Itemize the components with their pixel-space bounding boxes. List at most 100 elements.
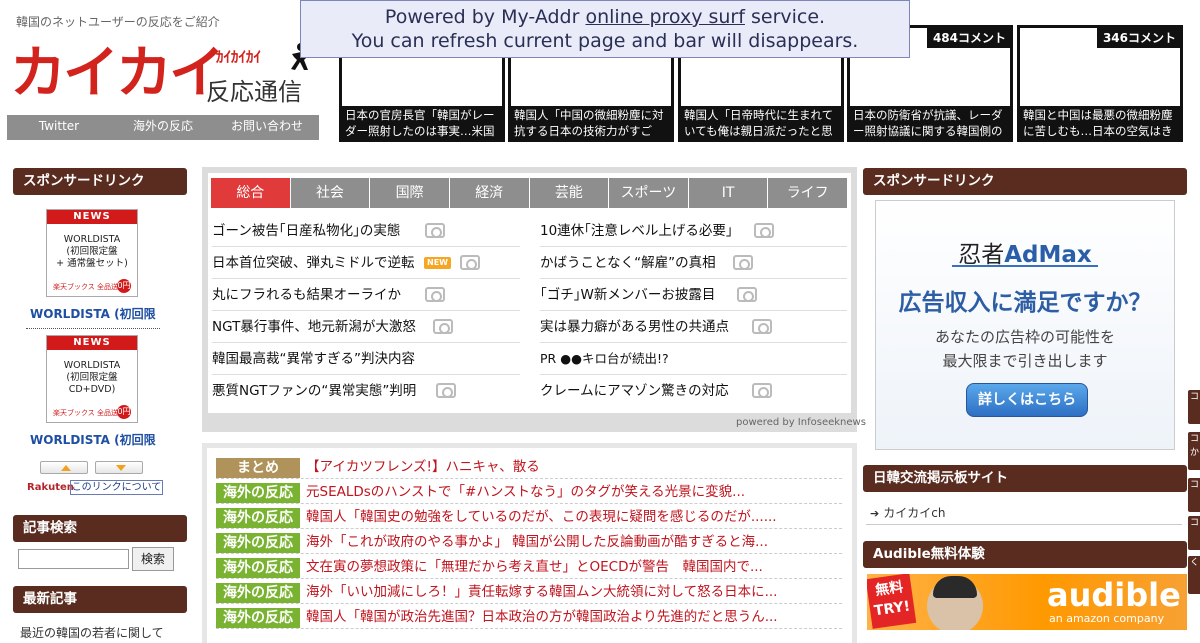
audible-ad-banner[interactable]: 無料TRY! audible an amazon company <box>867 574 1187 630</box>
news-item[interactable]: 実は暴力癖がある男性の共通点 <box>540 312 847 343</box>
about-link-button[interactable]: このリンクについて <box>70 480 163 495</box>
matome-title: 韓国人「韓国史の勉強をしているのだが、この表現に疑問を感じるのだが...... <box>306 509 777 525</box>
product-banner[interactable]: NEWS WORLDISTA (初回限定盤 + 通常盤セット) 楽天ブックス 全… <box>46 209 138 297</box>
news-item-title: 丸にフラれるも結果オーライか <box>212 287 401 303</box>
search-button[interactable]: 検索 <box>132 547 174 571</box>
logo-kana-text: ｶｲｶｲｶｲ <box>216 48 262 66</box>
matome-row[interactable]: 海外の反応 韓国人「韓国が政治先進国？日本政治の方が韓国政治より先進的だと思うん.… <box>216 606 842 629</box>
news-item-title: PR ●●キロ台が続出!? <box>540 351 669 366</box>
proxy-banner: Powered by My-Addr online proxy surf ser… <box>300 0 910 58</box>
edge-tab[interactable]: コ <box>1188 516 1200 550</box>
news-item[interactable]: 10連休｢注意レベル上げる必要｣ <box>540 216 847 247</box>
audible-tagline: an amazon company <box>1049 612 1165 625</box>
category-tag: 海外の反応 <box>216 608 300 628</box>
product-shop: 楽天ブックス 全品送料 <box>53 283 126 291</box>
site-logo[interactable]: カイカイ ｶｲｶｲｶｲ 反応通信 <box>10 42 322 108</box>
product-link[interactable]: WORLDISTA (初回限 <box>30 431 156 448</box>
admax-details-button[interactable]: 詳しくはこちら <box>966 383 1088 417</box>
model-photo <box>927 576 983 630</box>
tab-sports[interactable]: スポーツ <box>609 178 688 208</box>
nav-overseas[interactable]: 海外の反応 <box>111 115 215 140</box>
search-heading: 記事検索 <box>13 515 187 542</box>
news-item[interactable]: かばうことなく“解雇”の真相 <box>540 248 847 279</box>
prev-button[interactable] <box>40 461 88 474</box>
tab-economy[interactable]: 経済 <box>449 178 529 208</box>
admax-ad-banner[interactable]: 忍者AdMax 広告収入に満足ですか？ あなたの広告枠の可能性を 最大限まで引き… <box>875 200 1175 450</box>
divider <box>26 328 160 329</box>
admax-body: あなたの広告枠の可能性を 最大限まで引き出します <box>876 325 1174 373</box>
edge-tab[interactable]: コ <box>1188 478 1200 512</box>
matome-title: 海外「これが政府のやる事かよ」 韓国が公開した反論動画が酷すぎると海... <box>306 534 768 550</box>
admax-body-line: 最大限まで引き出します <box>942 352 1108 370</box>
nav-twitter[interactable]: Twitter <box>7 115 111 140</box>
free-shipping-icon: 0円 <box>117 405 131 419</box>
divider <box>866 524 1182 525</box>
nav-contact[interactable]: お問い合わせ <box>215 115 319 140</box>
powered-by-text: powered by Infoseeknews <box>736 417 866 428</box>
camera-icon <box>425 223 445 238</box>
bbs-link-label: カイカイch <box>883 506 946 520</box>
news-item-title: 日本首位突破、弾丸ミドルで逆転 <box>212 255 415 271</box>
camera-icon <box>754 223 774 238</box>
rakuten-logo: Rakuten <box>27 482 74 493</box>
next-button[interactable] <box>95 461 143 474</box>
news-item[interactable]: ｢ゴチ｣W新メンバーお披露目 <box>540 280 847 311</box>
news-item[interactable]: ゴーン被告｢日産私物化｣の実態 <box>212 216 520 247</box>
news-item[interactable]: 悪質NGTファンの“異常実態”判明 <box>212 376 520 407</box>
tab-society[interactable]: 社会 <box>290 178 370 208</box>
matome-row[interactable]: 海外の反応 韓国人「韓国史の勉強をしているのだが、この表現に疑問を感じるのだが..… <box>216 506 842 529</box>
matome-row[interactable]: 海外の反応 海外「これが政府のやる事かよ」 韓国が公開した反論動画が酷すぎると海.… <box>216 531 842 554</box>
news-item-pr[interactable]: PR ●●キロ台が続出!? <box>540 344 847 375</box>
audible-heading: Audible無料体験 <box>863 541 1187 568</box>
matome-row[interactable]: 海外の反応 海外「いい加減にしろ！」責任転嫁する韓国ムン大統領に対して怒る日本に.… <box>216 581 842 604</box>
admax-body-line: あなたの広告枠の可能性を <box>934 328 1115 346</box>
matome-title: 韓国人「韓国が政治先進国？日本政治の方が韓国政治より先進的だと思うん... <box>306 609 778 625</box>
thumb-article[interactable]: 346コメント 韓国と中国は最悪の微細粉塵に苦しむも…日本の空気はき <box>1017 25 1183 142</box>
product-line: (初回限定盤 <box>66 246 118 257</box>
arrow-right-icon: ➔ <box>870 507 880 520</box>
admax-headline: 広告収入に満足ですか？ <box>898 290 1152 316</box>
matome-row[interactable]: 海外の反応 元SEALDsのハンストで「#ハンストなう」のタグが笑える光景に変貌.… <box>216 481 842 504</box>
bbs-link[interactable]: ➔ カイカイch <box>870 504 945 521</box>
free-try-badge: 無料TRY! <box>867 574 917 629</box>
product-banner[interactable]: NEWS WORLDISTA (初回限定盤 CD+DVD) 楽天ブックス 全品送… <box>46 335 138 423</box>
product-line: WORLDISTA <box>63 360 121 371</box>
edge-tab[interactable]: コか <box>1188 432 1200 470</box>
news-item[interactable]: 丸にフラれるも結果オーライか <box>212 280 520 311</box>
search-input[interactable] <box>18 549 129 569</box>
news-item-title: ｢ゴチ｣W新メンバーお披露目 <box>540 287 716 303</box>
camera-icon <box>460 255 480 270</box>
edge-tab[interactable]: く <box>1188 556 1200 594</box>
matome-title: 元SEALDsのハンストで「#ハンストなう」のタグが笑える光景に変貌... <box>306 484 746 500</box>
news-item-title: かばうことなく“解雇”の真相 <box>540 255 716 271</box>
proxy-text: service. <box>744 6 826 28</box>
product-link[interactable]: WORLDISTA (初回限 <box>30 305 156 322</box>
news-item-title: 10連休｢注意レベル上げる必要｣ <box>540 223 733 239</box>
comment-count-badge: 484コメント <box>926 28 1010 48</box>
product-line: (初回限定盤 <box>66 372 118 383</box>
proxy-text-line2: You can refresh current page and bar wil… <box>351 30 859 52</box>
news-item[interactable]: 日本首位突破、弾丸ミドルで逆転 NEW <box>212 248 520 279</box>
admax-logo: 忍者AdMax <box>876 235 1174 269</box>
edge-tab[interactable]: コ <box>1188 390 1200 424</box>
camera-icon <box>733 255 753 270</box>
tab-life[interactable]: ライフ <box>768 178 847 208</box>
proxy-link[interactable]: online proxy surf <box>585 6 744 28</box>
news-item-title: NGT暴行事件、地元新潟が大激怒 <box>212 319 416 335</box>
news-item[interactable]: 韓国最高裁“異常すぎる”判決内容 <box>212 344 520 375</box>
tab-general[interactable]: 総合 <box>211 178 290 208</box>
matome-title: 【アイカツフレンズ!】ハニキャ、散る <box>306 459 540 475</box>
news-item[interactable]: NGT暴行事件、地元新潟が大激怒 <box>212 312 520 343</box>
matome-row[interactable]: 海外の反応 文在寅の夢想政策に「無理だから考え直せ」とOECDが警告 韓国国内で.… <box>216 556 842 579</box>
latest-article-link[interactable]: 最近の韓国の若者に関して <box>20 624 164 641</box>
tab-international[interactable]: 国際 <box>370 178 449 208</box>
product-shop: 楽天ブックス 全品送料 <box>53 409 126 417</box>
thumb-caption: 日本の防衛省が抗議、レーダー照射協議に関する韓国側の <box>850 106 1010 139</box>
news-item[interactable]: クレームにアマゾン驚きの対応 <box>540 376 847 407</box>
matome-row[interactable]: まとめ 【アイカツフレンズ!】ハニキャ、散る <box>216 456 842 479</box>
news-item-title: 実は暴力癖がある男性の共通点 <box>540 319 729 335</box>
tab-it[interactable]: IT <box>688 178 768 208</box>
news-item-title: 悪質NGTファンの“異常実態”判明 <box>212 383 417 399</box>
tab-entertainment[interactable]: 芸能 <box>529 178 609 208</box>
category-tag: まとめ <box>216 458 300 478</box>
